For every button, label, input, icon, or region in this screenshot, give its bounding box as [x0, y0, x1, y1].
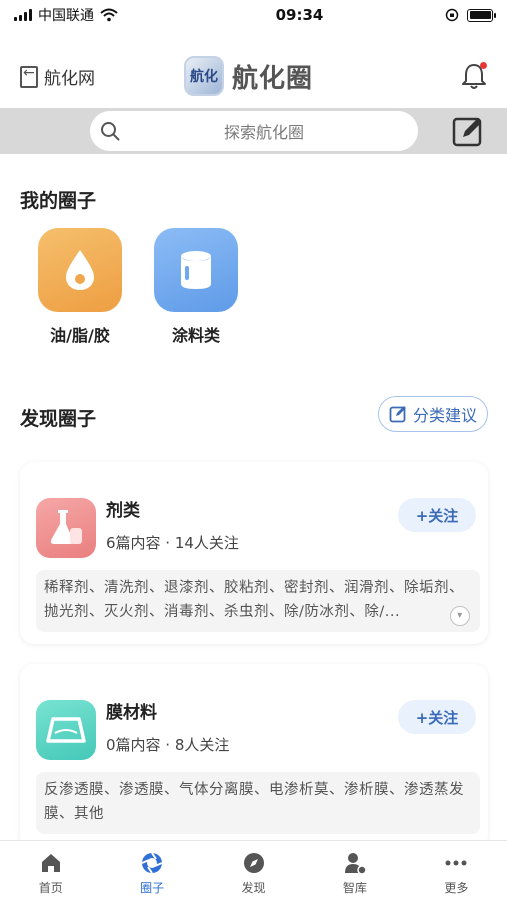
my-circle-oil[interactable]: 油/脂/胶 — [38, 228, 122, 346]
card-tags: 反渗透膜、渗透膜、气体分离膜、电渗析莫、渗析膜、渗透蒸发膜、其他 — [36, 772, 480, 834]
search-icon — [101, 122, 120, 141]
orientation-lock-icon — [445, 8, 459, 22]
oil-drop-tile — [38, 228, 122, 312]
status-left: 中国联通 — [14, 5, 214, 25]
search-placeholder: 探索航化圈 — [223, 123, 304, 142]
tab-label: 发现 — [241, 881, 266, 895]
tab-label: 圈子 — [140, 881, 165, 895]
suggest-category-button[interactable]: 分类建议 — [378, 396, 488, 432]
circle-card[interactable]: 膜材料 0篇内容 · 8人关注 +关注 反渗透膜、渗透膜、气体分离膜、电渗析莫、… — [20, 664, 488, 850]
status-bar: 中国联通 09:34 — [0, 0, 507, 30]
search-strip: 探索航化圈 — [0, 108, 507, 154]
status-right — [445, 8, 496, 22]
tab-think-tank[interactable]: 智库 — [304, 841, 405, 900]
edit-suggest-icon — [389, 406, 406, 423]
more-icon — [445, 860, 467, 866]
follow-button[interactable]: +关注 — [398, 700, 476, 734]
edit-icon[interactable] — [451, 115, 485, 149]
carrier-label: 中国联通 — [38, 8, 94, 24]
circle-icon — [141, 852, 163, 874]
membrane-icon — [46, 717, 86, 743]
my-circle-coating[interactable]: 涂料类 — [154, 228, 238, 346]
signal-icon — [14, 9, 32, 21]
my-circle-label: 油/脂/胶 — [50, 326, 110, 345]
card-tags-text: 反渗透膜、渗透膜、气体分离膜、电渗析莫、渗析膜、渗透蒸发膜、其他 — [44, 782, 464, 822]
my-circles-title: 我的圈子 — [20, 190, 97, 212]
follow-button[interactable]: +关注 — [398, 498, 476, 532]
card-tags-text: 稀释剂、清洗剂、退漆剂、胶粘剂、密封剂、润滑剂、除垢剂、抛光剂、灭火剂、消毒剂、… — [44, 580, 464, 620]
tab-label: 智库 — [342, 881, 367, 895]
card-tags: 稀释剂、清洗剂、退漆剂、胶粘剂、密封剂、润滑剂、除垢剂、抛光剂、灭火剂、消毒剂、… — [36, 570, 480, 632]
think-tank-icon — [344, 853, 367, 875]
discover-title: 发现圈子 — [20, 408, 97, 430]
back-arrow-icon — [20, 65, 38, 88]
logo-text: 航化圈 — [232, 63, 314, 94]
tab-circle[interactable]: 圈子 — [101, 841, 202, 900]
wifi-icon — [100, 8, 118, 22]
top-nav: 航化网 航化 航化圈 — [0, 48, 507, 106]
tab-label: 更多 — [444, 881, 469, 895]
my-circle-label: 涂料类 — [171, 326, 220, 345]
circle-card[interactable]: 剂类 6篇内容 · 14人关注 +关注 稀释剂、清洗剂、退漆剂、胶粘剂、密封剂、… — [20, 462, 488, 644]
tab-discover[interactable]: 发现 — [203, 841, 304, 900]
tab-home[interactable]: 首页 — [0, 841, 101, 900]
flask-tile — [36, 498, 96, 558]
notification-dot — [480, 62, 487, 69]
card-meta: 6篇内容 · 14人关注 — [106, 534, 239, 552]
tab-label: 首页 — [38, 881, 63, 895]
card-meta: 0篇内容 · 8人关注 — [106, 736, 230, 754]
status-time: 09:34 — [275, 6, 324, 24]
battery-icon — [467, 8, 496, 22]
card-title: 剂类 — [106, 501, 140, 521]
membrane-tile — [36, 700, 96, 760]
home-icon — [41, 854, 60, 872]
paint-bucket-icon — [181, 251, 211, 289]
bottom-tab-bar: 首页 圈子 发现 智库 更多 — [0, 840, 507, 900]
back-button[interactable]: 航化网 — [20, 64, 95, 89]
flask-icon — [50, 510, 82, 544]
card-title: 膜材料 — [106, 703, 157, 723]
notification-button[interactable] — [461, 62, 487, 90]
paint-bucket-tile — [154, 228, 238, 312]
tab-more[interactable]: 更多 — [406, 841, 507, 900]
chevron-down-icon[interactable]: ▾ — [450, 606, 470, 626]
back-label: 航化网 — [44, 69, 95, 89]
search-input[interactable]: 探索航化圈 — [90, 111, 418, 151]
oil-drop-icon — [66, 250, 94, 290]
app-logo: 航化 航化圈 — [184, 56, 313, 96]
logo-badge: 航化 — [184, 56, 224, 96]
compass-icon — [243, 853, 264, 873]
suggest-label: 分类建议 — [412, 406, 477, 425]
